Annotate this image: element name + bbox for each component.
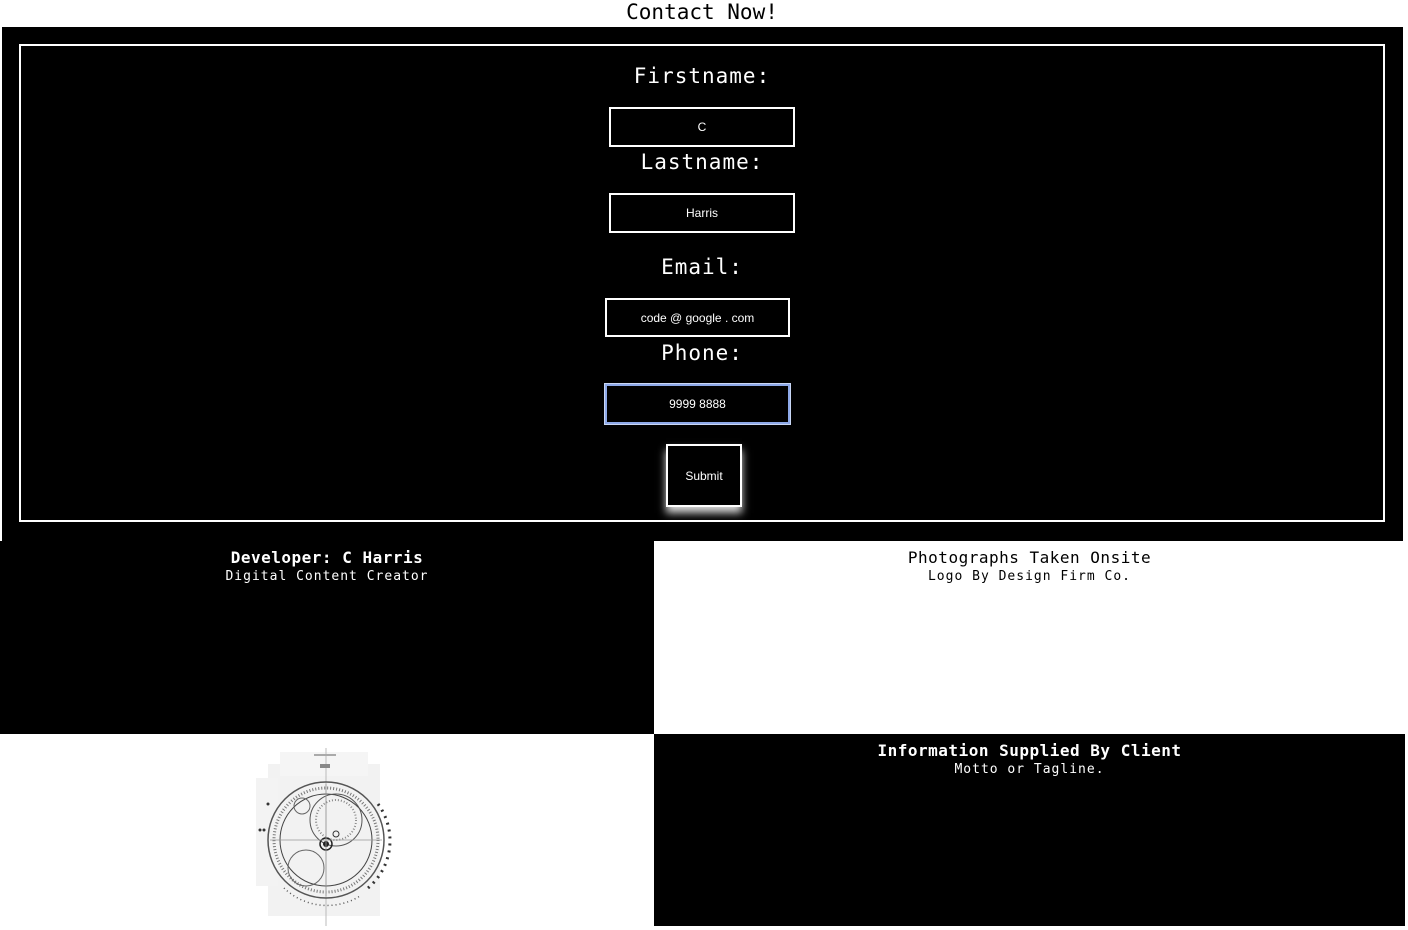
logo-panel	[0, 734, 654, 926]
firstname-input[interactable]	[609, 107, 795, 147]
lastname-input[interactable]	[609, 193, 795, 233]
client-heading: Information Supplied By Client	[877, 741, 1182, 760]
contact-form: Firstname: Lastname: Email: Phone: Submi…	[19, 44, 1385, 522]
motto-tagline: Motto or Tagline.	[954, 762, 1105, 777]
photos-heading: Photographs Taken Onsite	[907, 548, 1152, 567]
submit-button[interactable]: Submit	[666, 444, 742, 507]
lastname-label: Lastname:	[640, 150, 764, 174]
circular-astrolabe-logo-icon	[250, 748, 400, 926]
logo-credit: Logo By Design Firm Co.	[927, 569, 1131, 584]
photos-panel: Photographs Taken Onsite Logo By Design …	[654, 541, 1405, 734]
developer-heading: Developer: C Harris	[230, 548, 424, 567]
developer-subtitle: Digital Content Creator	[225, 569, 429, 584]
phone-label: Phone:	[661, 341, 743, 365]
email-label: Email:	[661, 255, 743, 279]
firstname-label: Firstname:	[633, 64, 771, 88]
developer-panel: Developer: C Harris Digital Content Crea…	[0, 541, 654, 734]
phone-input[interactable]	[605, 384, 790, 424]
page-title: Contact Now!	[626, 0, 778, 24]
client-panel: Information Supplied By Client Motto or …	[654, 734, 1405, 926]
contact-form-section: Firstname: Lastname: Email: Phone: Submi…	[2, 27, 1403, 541]
email-input[interactable]	[605, 298, 790, 337]
